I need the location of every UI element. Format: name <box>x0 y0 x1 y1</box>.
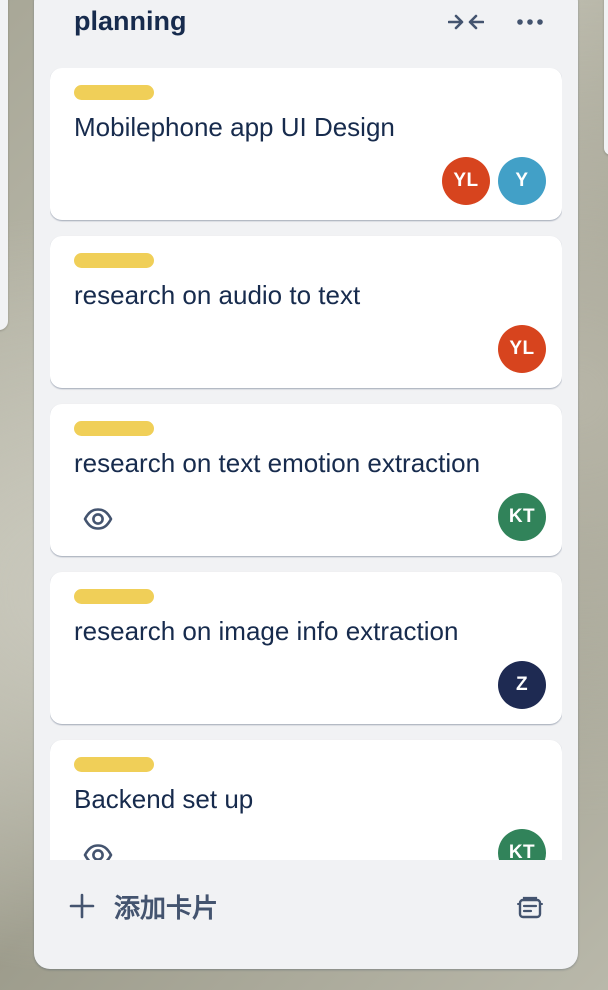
avatar[interactable]: KT <box>498 829 546 860</box>
adjacent-list-right <box>604 0 608 155</box>
card-template-icon <box>517 896 543 919</box>
card[interactable]: Backend set up KT <box>50 740 562 860</box>
card-title: research on text emotion extraction <box>74 448 481 478</box>
card-title: Backend set up <box>74 784 254 814</box>
card-label-yellow[interactable] <box>74 253 154 268</box>
card-members: YL Y <box>442 157 546 205</box>
adjacent-list-left <box>0 0 8 330</box>
card-members: Z <box>498 661 546 709</box>
card[interactable]: research on text emotion extraction KT <box>50 404 562 556</box>
avatar[interactable]: KT <box>498 493 546 541</box>
more-dots-icon <box>517 19 543 25</box>
create-from-template-button[interactable] <box>508 886 552 930</box>
collapse-arrows-icon <box>448 14 484 30</box>
card-members: YL <box>498 325 546 373</box>
collapse-list-button[interactable] <box>448 4 484 40</box>
list-planning: planning Mobilephone app UI Design YL Yres… <box>34 0 578 969</box>
eye-icon <box>82 503 114 535</box>
card[interactable]: research on audio to text YL <box>50 236 562 388</box>
add-card-label: 添加卡片 <box>114 893 219 924</box>
avatar[interactable]: Y <box>498 157 546 205</box>
card-title: research on audio to text <box>74 280 361 310</box>
card-label-yellow[interactable] <box>74 589 154 604</box>
eye-icon <box>82 839 114 860</box>
list-footer: 添加卡片 <box>34 874 578 946</box>
card-label-yellow[interactable] <box>74 421 154 436</box>
list-actions-button[interactable] <box>512 4 548 40</box>
card-members: KT <box>498 829 546 860</box>
list-title[interactable]: planning <box>74 6 186 37</box>
card[interactable]: research on image info extraction Z <box>50 572 562 724</box>
avatar[interactable]: Z <box>498 661 546 709</box>
list-header: planning <box>34 0 578 68</box>
card-label-yellow[interactable] <box>74 757 154 772</box>
add-card-button[interactable]: 添加卡片 <box>58 882 358 930</box>
card-list: Mobilephone app UI Design YL Yresearch on … <box>50 68 562 860</box>
card-title: research on image info extraction <box>74 616 459 646</box>
plus-icon <box>58 882 106 930</box>
avatar[interactable]: YL <box>498 325 546 373</box>
avatar[interactable]: YL <box>442 157 490 205</box>
card-label-yellow[interactable] <box>74 85 154 100</box>
card-title: Mobilephone app UI Design <box>74 112 395 142</box>
card-members: KT <box>498 493 546 541</box>
card[interactable]: Mobilephone app UI Design YL Y <box>50 68 562 220</box>
